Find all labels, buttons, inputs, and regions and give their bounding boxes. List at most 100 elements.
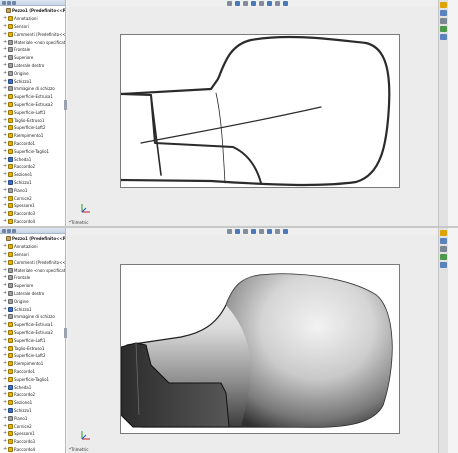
- tree-node[interactable]: + Raccordo4: [0, 218, 65, 226]
- expand-toggle-icon[interactable]: +: [3, 384, 7, 390]
- expand-toggle-icon[interactable]: +: [3, 218, 7, 224]
- propertymanager-tab-icon[interactable]: [7, 228, 11, 233]
- expand-toggle-icon[interactable]: +: [3, 211, 7, 216]
- tree-node[interactable]: + Immagine di schizzo: [0, 313, 65, 321]
- expand-toggle-icon[interactable]: +: [3, 55, 7, 60]
- expand-toggle-icon[interactable]: +: [3, 203, 7, 208]
- tree-node[interactable]: + Scheda1: [0, 383, 65, 391]
- tree-node[interactable]: + Superiore: [0, 54, 65, 62]
- zoom-area-icon[interactable]: [235, 229, 240, 234]
- expand-toggle-icon[interactable]: +: [3, 306, 7, 312]
- expand-toggle-icon[interactable]: +: [3, 172, 7, 177]
- tree-node[interactable]: + Riempimento1: [0, 360, 65, 368]
- file-explorer-icon[interactable]: [440, 18, 447, 24]
- tree-node[interactable]: + Superficie-Taglio1: [0, 147, 65, 155]
- expand-toggle-icon[interactable]: +: [3, 109, 7, 115]
- tree-node[interactable]: + Sensori: [0, 23, 65, 31]
- tree-node[interactable]: + Laterale destro: [0, 62, 65, 70]
- expand-toggle-icon[interactable]: +: [3, 47, 7, 52]
- appearances-icon[interactable]: [440, 262, 447, 268]
- tree-node[interactable]: + Cornice2: [0, 194, 65, 202]
- expand-toggle-icon[interactable]: +: [3, 345, 7, 351]
- tree-node[interactable]: + Raccordo1: [0, 140, 65, 148]
- tree-node[interactable]: + Raccordo3: [0, 438, 65, 446]
- tree-node[interactable]: + Commenti (Predefinito<<Pre...: [0, 30, 65, 38]
- expand-toggle-icon[interactable]: +: [3, 23, 7, 29]
- tree-node[interactable]: + Raccordo3: [0, 210, 65, 218]
- tree-node[interactable]: + Superficie-Estrusa1: [0, 321, 65, 329]
- expand-toggle-icon[interactable]: +: [3, 101, 7, 107]
- expand-toggle-icon[interactable]: +: [3, 70, 7, 76]
- previous-view-icon[interactable]: [243, 1, 248, 6]
- expand-toggle-icon[interactable]: +: [3, 314, 7, 319]
- hide-show-icon[interactable]: [275, 1, 280, 6]
- tree-node[interactable]: + Raccordo1: [0, 368, 65, 376]
- expand-toggle-icon[interactable]: +: [3, 368, 7, 374]
- tree-node[interactable]: + Cornice2: [0, 422, 65, 430]
- section-view-icon[interactable]: [251, 229, 256, 234]
- tree-node[interactable]: + Sezione1: [0, 399, 65, 407]
- tree-node[interactable]: + Raccordo2: [0, 163, 65, 171]
- propertymanager-tab-icon[interactable]: [7, 0, 11, 5]
- expand-toggle-icon[interactable]: +: [3, 431, 7, 436]
- tree-node[interactable]: + Origine: [0, 69, 65, 77]
- expand-toggle-icon[interactable]: +: [3, 140, 7, 146]
- expand-toggle-icon[interactable]: +: [3, 392, 7, 397]
- expand-toggle-icon[interactable]: +: [3, 195, 7, 201]
- tree-node[interactable]: + Sezione1: [0, 171, 65, 179]
- tree-node[interactable]: + Materiale <non specificato>: [0, 38, 65, 46]
- display-style-icon[interactable]: [267, 1, 272, 6]
- expand-toggle-icon[interactable]: +: [3, 156, 7, 162]
- expand-toggle-icon[interactable]: +: [3, 446, 7, 452]
- expand-toggle-icon[interactable]: +: [3, 78, 7, 84]
- tree-node[interactable]: + Piano1: [0, 414, 65, 422]
- tree-node[interactable]: + Schizzo1: [0, 77, 65, 85]
- zoom-fit-icon[interactable]: [227, 229, 232, 234]
- view-orientation-icon[interactable]: [259, 1, 264, 6]
- expand-toggle-icon[interactable]: +: [3, 267, 7, 273]
- expand-toggle-icon[interactable]: +: [3, 322, 7, 327]
- tree-node[interactable]: + Materiale <non specificato>: [0, 266, 65, 274]
- zoom-area-icon[interactable]: [235, 1, 240, 6]
- tree-node[interactable]: + Sensori: [0, 251, 65, 259]
- view-palette-icon[interactable]: [440, 254, 447, 260]
- tree-node[interactable]: + Taglio-Estruso1: [0, 344, 65, 352]
- expand-toggle-icon[interactable]: +: [3, 187, 7, 193]
- expand-toggle-icon[interactable]: +: [3, 62, 7, 68]
- tree-node[interactable]: + Laterale destro: [0, 290, 65, 298]
- hide-show-icon[interactable]: [275, 229, 280, 234]
- expand-toggle-icon[interactable]: +: [3, 439, 7, 444]
- expand-toggle-icon[interactable]: +: [3, 361, 7, 366]
- expand-toggle-icon[interactable]: +: [3, 376, 7, 382]
- appearance-icon[interactable]: [283, 1, 288, 6]
- feature-tree[interactable]: Pezzo1 (Predefinito<<Predefinito>> + Annot…: [0, 228, 67, 453]
- configuration-tab-icon[interactable]: [12, 228, 16, 233]
- feature-tree[interactable]: Pezzo1 (Predefinito<<Predefinito>> + Annot…: [0, 0, 67, 226]
- expand-toggle-icon[interactable]: +: [3, 16, 7, 21]
- expand-toggle-icon[interactable]: +: [3, 259, 7, 265]
- expand-toggle-icon[interactable]: +: [3, 283, 7, 288]
- section-view-icon[interactable]: [251, 1, 256, 6]
- tree-node[interactable]: + Schizzo1: [0, 407, 65, 415]
- expand-toggle-icon[interactable]: +: [3, 353, 7, 358]
- tree-node[interactable]: + Superficie-Estrusa1: [0, 93, 65, 101]
- tree-root-part[interactable]: Pezzo1 (Predefinito<<Predefinito>>: [0, 7, 65, 15]
- expand-toggle-icon[interactable]: +: [3, 423, 7, 429]
- tree-node[interactable]: + Immagine di schizzo: [0, 85, 65, 93]
- tree-node[interactable]: + Superficie-Loft1: [0, 108, 65, 116]
- expand-toggle-icon[interactable]: +: [3, 164, 7, 169]
- expand-toggle-icon[interactable]: +: [3, 39, 7, 45]
- tree-node[interactable]: + Superficie-Loft2: [0, 124, 65, 132]
- view-palette-icon[interactable]: [440, 26, 447, 32]
- zoom-fit-icon[interactable]: [227, 1, 232, 6]
- expand-toggle-icon[interactable]: +: [3, 407, 7, 413]
- expand-toggle-icon[interactable]: +: [3, 31, 7, 37]
- configuration-tab-icon[interactable]: [12, 0, 16, 5]
- tree-node[interactable]: + Annotazioni: [0, 15, 65, 23]
- graphics-area[interactable]: *Trimetric: [67, 228, 448, 453]
- featuremanager-tab-icon[interactable]: [2, 0, 6, 5]
- expand-toggle-icon[interactable]: +: [3, 125, 7, 130]
- tree-node[interactable]: + Superficie-Loft1: [0, 336, 65, 344]
- tree-node[interactable]: + Schizzo1: [0, 179, 65, 187]
- graphics-area[interactable]: *Trimetric: [67, 0, 448, 226]
